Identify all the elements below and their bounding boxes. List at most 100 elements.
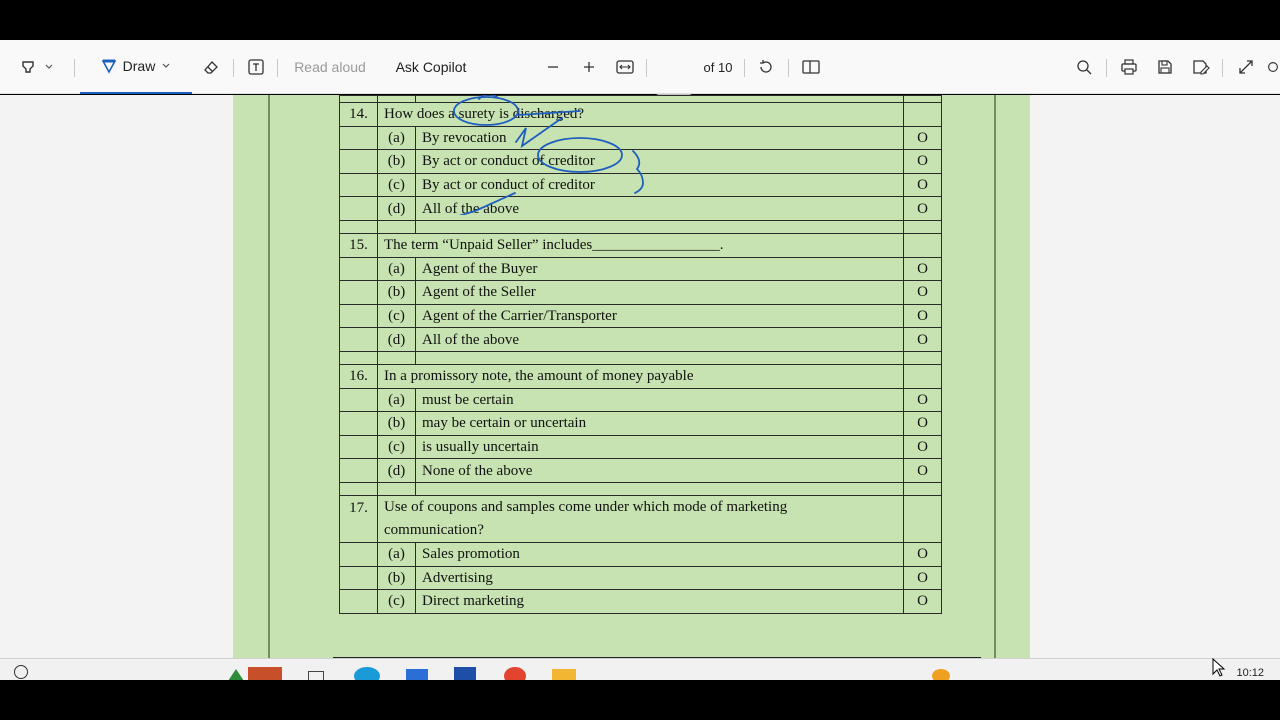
option-text: By act or conduct of creditor xyxy=(415,172,904,198)
chevron-down-icon xyxy=(162,63,170,68)
task-view-icon[interactable] xyxy=(308,671,324,680)
fit-width-button[interactable] xyxy=(612,40,638,94)
draw-label: Draw xyxy=(122,58,156,74)
bottom-black-bar xyxy=(0,680,1280,720)
option-text: By act or conduct of creditor xyxy=(415,149,904,174)
answer-bubble[interactable]: O xyxy=(903,434,942,460)
answer-bubble[interactable]: O xyxy=(903,411,942,436)
question-row: 15. The term “Unpaid Seller” includes___… xyxy=(339,232,942,258)
answer-bubble[interactable]: O xyxy=(903,589,942,614)
store-icon[interactable] xyxy=(406,669,428,680)
answer-bubble[interactable]: O xyxy=(903,256,942,282)
option-row: (b) Agent of the Seller O xyxy=(339,280,942,305)
answer-bubble[interactable]: O xyxy=(903,303,942,329)
printer-icon xyxy=(1121,59,1137,75)
save-as-button[interactable] xyxy=(1188,40,1214,94)
rotate-button[interactable] xyxy=(754,40,778,94)
question-text-line: Use of coupons and samples come under wh… xyxy=(384,498,788,515)
draw-button[interactable]: Draw xyxy=(80,40,192,94)
option-text: Advertising xyxy=(415,565,904,591)
eraser-button[interactable] xyxy=(198,40,224,94)
option-letter: (b) xyxy=(377,411,416,436)
option-text: Sales promotion xyxy=(415,541,904,567)
spacer-row xyxy=(339,219,942,234)
separator xyxy=(646,59,647,77)
save-button[interactable] xyxy=(1152,40,1178,94)
expand-icon xyxy=(1239,60,1253,74)
answer-bubble[interactable]: O xyxy=(903,149,942,174)
search-icon[interactable] xyxy=(14,665,28,679)
pdf-toolbar: Draw Read aloud Ask Copilot 3 of 10 xyxy=(0,40,1280,126)
answer-bubble[interactable]: O xyxy=(903,541,942,567)
eraser-icon xyxy=(204,61,218,74)
ask-copilot-button[interactable]: Ask Copilot xyxy=(388,40,474,94)
widget-icon[interactable] xyxy=(228,669,244,680)
text-box-icon xyxy=(248,59,264,75)
answer-bubble[interactable]: O xyxy=(903,387,942,413)
more-options-button[interactable] xyxy=(1266,40,1280,94)
option-letter: (c) xyxy=(377,172,416,198)
print-button[interactable] xyxy=(1116,40,1142,94)
option-row: (d) None of the above O xyxy=(339,458,942,483)
question-number: 14. xyxy=(339,102,378,127)
page-total: of 10 xyxy=(703,59,733,75)
answer-bubble[interactable]: O xyxy=(903,280,942,305)
settings-icon xyxy=(1268,62,1278,72)
taskbar-clock[interactable]: 10:12 xyxy=(1236,667,1264,679)
weather-icon[interactable] xyxy=(248,667,282,680)
option-text: By revocation xyxy=(415,125,904,151)
option-letter: (a) xyxy=(377,541,416,567)
question-text: How does a surety is discharged? xyxy=(377,102,904,127)
separator xyxy=(1222,59,1223,77)
separator xyxy=(233,59,234,77)
save-icon xyxy=(1158,60,1172,74)
option-text: Direct marketing xyxy=(415,589,904,614)
question-row: 16. In a promissory note, the amount of … xyxy=(339,363,942,389)
edge-icon[interactable] xyxy=(354,667,380,680)
option-text: None of the above xyxy=(415,458,904,483)
option-row: (b) Advertising O xyxy=(339,565,942,591)
answer-bubble[interactable]: O xyxy=(903,565,942,591)
search-button[interactable] xyxy=(1072,40,1096,94)
document-viewer[interactable]: 14. How does a surety is discharged? (a)… xyxy=(0,95,1280,658)
answer-bubble[interactable]: O xyxy=(903,196,942,221)
highlight-button[interactable] xyxy=(14,40,60,94)
answer-bubble[interactable]: O xyxy=(903,125,942,151)
option-letter: (d) xyxy=(377,458,416,483)
zoom-in-button[interactable] xyxy=(578,40,600,94)
question-row: 14. How does a surety is discharged? xyxy=(339,102,942,127)
option-letter: (c) xyxy=(377,589,416,614)
question-text: Use of coupons and samples come under wh… xyxy=(377,494,904,543)
answer-bubble[interactable]: O xyxy=(903,172,942,198)
question-number: 17. xyxy=(339,494,378,543)
answer-bubble[interactable]: O xyxy=(903,458,942,483)
chrome-icon[interactable] xyxy=(504,667,526,680)
save-as-icon xyxy=(1193,60,1210,75)
page-view-button[interactable] xyxy=(798,40,824,94)
mail-icon[interactable] xyxy=(454,667,476,680)
question-row: 17. Use of coupons and samples come unde… xyxy=(339,494,942,543)
notification-icon[interactable] xyxy=(932,669,950,680)
question-text: The term “Unpaid Seller” includes_______… xyxy=(377,232,904,258)
option-text: Agent of the Buyer xyxy=(415,256,904,282)
question-number: 16. xyxy=(339,363,378,389)
spacer-row xyxy=(339,350,942,365)
option-row: (b) By act or conduct of creditor O xyxy=(339,149,942,174)
option-row: (c) is usually uncertain O xyxy=(339,434,942,460)
answer-bubble[interactable]: O xyxy=(903,327,942,352)
folder-icon[interactable] xyxy=(552,669,576,680)
search-icon xyxy=(1077,60,1092,75)
option-letter: (d) xyxy=(377,327,416,352)
read-aloud-button[interactable]: Read aloud xyxy=(288,40,372,94)
fullscreen-button[interactable] xyxy=(1234,40,1258,94)
page-border-right xyxy=(994,95,996,658)
questions-table: 14. How does a surety is discharged? (a)… xyxy=(339,95,942,614)
separator xyxy=(277,59,278,77)
zoom-out-button[interactable] xyxy=(542,40,564,94)
mouse-cursor-icon xyxy=(1212,658,1226,677)
highlighter-icon xyxy=(22,61,53,73)
fit-width-icon xyxy=(616,60,634,74)
separator xyxy=(1106,59,1107,77)
option-row: (a) Sales promotion O xyxy=(339,541,942,567)
text-box-button[interactable] xyxy=(244,40,268,94)
